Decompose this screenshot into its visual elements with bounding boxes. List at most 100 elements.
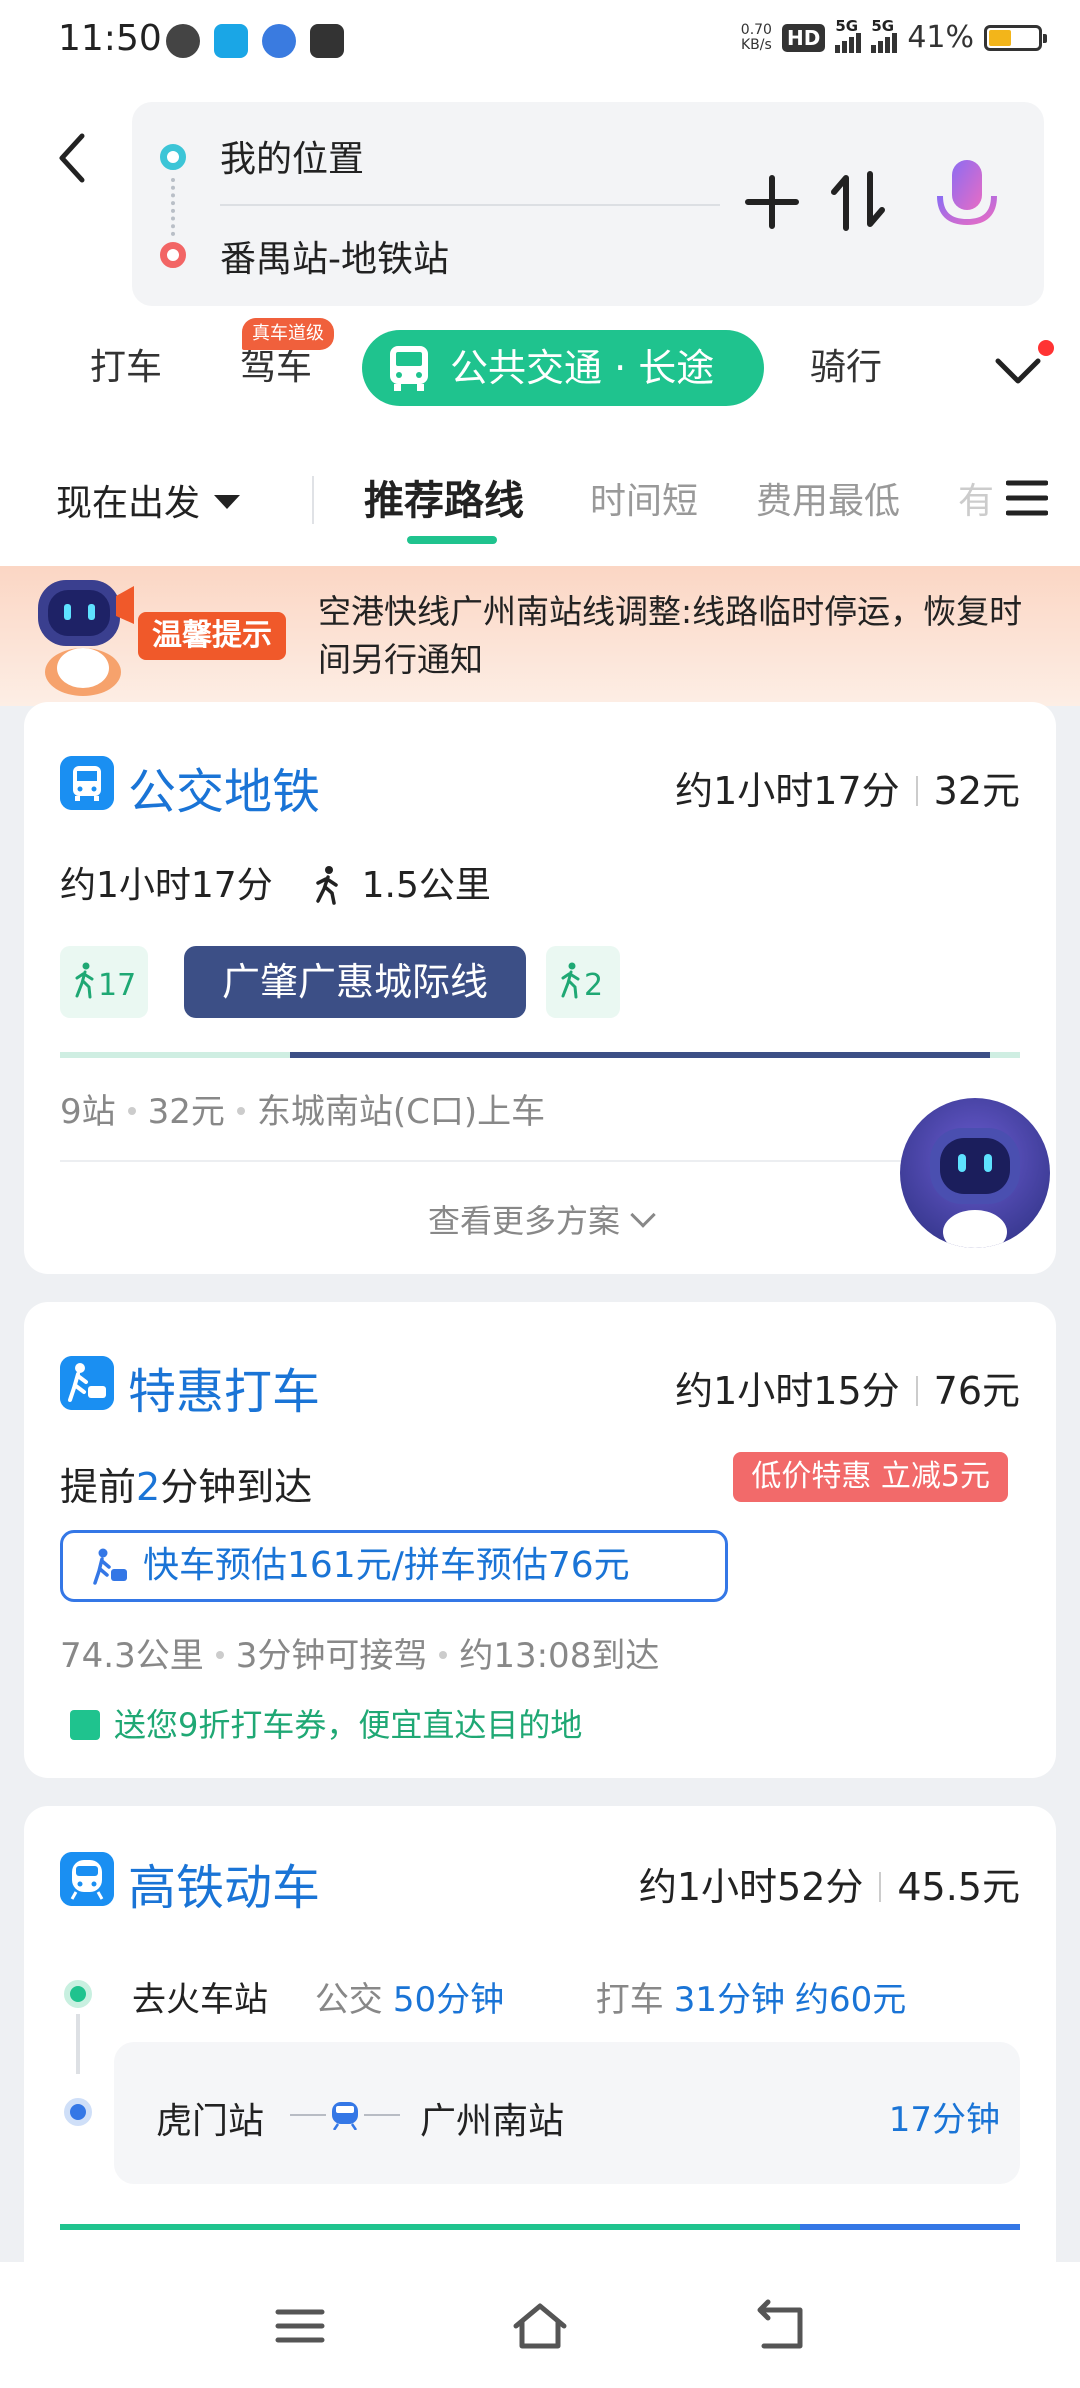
route-connector	[171, 178, 175, 236]
card-title: 高铁动车	[128, 1860, 321, 1916]
departure-time-select[interactable]: 现在出发	[56, 474, 241, 526]
battery-icon	[984, 24, 1047, 51]
back-arrow-icon	[59, 133, 85, 183]
card-title: 特惠打车	[128, 1364, 321, 1420]
taxi-route-card[interactable]: 特惠打车 约1小时15分 76元 提前2分钟到达 低价特惠 立减5元 快车预估16…	[24, 1302, 1056, 1778]
tab-bike[interactable]: 骑行	[810, 326, 882, 410]
transit-detail: 约1小时17分 1.5公里	[60, 865, 491, 906]
sort-tab-recommend[interactable]: 推荐路线	[364, 468, 524, 526]
mic-icon	[937, 160, 997, 240]
card-summary: 约1小时17分 32元	[675, 769, 1020, 813]
chevron-down-icon	[630, 1202, 656, 1228]
notification-dot	[1038, 340, 1054, 356]
tab-transit[interactable]: 公共交通 · 长途	[362, 330, 764, 406]
mail-icon	[310, 24, 344, 58]
card-title: 公交地铁	[128, 764, 321, 820]
chevron-down-icon	[995, 358, 1041, 384]
train-segment[interactable]: 虎门站 广州南站 17分钟	[114, 2042, 1020, 2184]
ride-duration: 17分钟	[888, 2100, 1000, 2140]
caret-down-icon	[214, 495, 241, 509]
card-summary: 约1小时52分 45.5元	[638, 1865, 1020, 1909]
fare-estimate-button[interactable]: 快车预估161元/拼车预估76元	[60, 1530, 728, 1602]
start-dot-icon	[160, 144, 186, 170]
train-icon	[60, 1852, 114, 1906]
taxi-promo[interactable]: 送您9折打车券，便宜直达目的地	[70, 1700, 582, 1746]
rail-route-card[interactable]: 高铁动车 约1小时52分 45.5元 去火车站 公交 50分钟 打车 31分钟 约60元…	[24, 1806, 1056, 2286]
card-summary: 约1小时15分 76元	[675, 1369, 1020, 1413]
travel-mode-tabs: 打车 驾车 真车道级 公共交通 · 长途 骑行	[0, 318, 1080, 416]
card-divider	[60, 1160, 1020, 1162]
sort-tab-overflow[interactable]: 有	[958, 472, 994, 524]
route-connector	[76, 2014, 80, 2074]
more-plans-button[interactable]: 查看更多方案	[24, 1196, 1056, 1242]
taxi-icon	[93, 1548, 127, 1585]
signal-icon: 5G	[871, 17, 898, 53]
destination-field[interactable]: 番禺站-地铁站	[220, 230, 449, 282]
assistant-robot-button[interactable]	[900, 1098, 1050, 1248]
back-button[interactable]	[50, 128, 96, 188]
notice-tag: 温馨提示	[138, 612, 286, 660]
taxi-eta: 提前2分钟到达	[60, 1465, 313, 1509]
hd-badge: HD	[781, 23, 826, 52]
drive-lane-badge: 真车道级	[242, 318, 334, 350]
walk-segment: 17	[60, 946, 148, 1018]
back-nav-button[interactable]	[750, 2296, 810, 2356]
thumbs-up-icon	[70, 1710, 100, 1740]
walk-icon	[75, 962, 94, 999]
walk-segment: 2	[546, 946, 620, 1018]
route-divider	[220, 204, 720, 206]
recent-apps-button[interactable]	[270, 2296, 330, 2356]
tab-taxi[interactable]: 打车	[90, 326, 162, 410]
net-speed: 0.70 KB/s	[740, 21, 772, 53]
transit-meta: 9站 32元 东城南站(C口)上车	[60, 1092, 546, 1132]
to-station-row: 去火车站 公交 50分钟 打车 31分钟 约60元	[132, 1980, 907, 2020]
active-tab-indicator	[407, 536, 497, 544]
tab-transit-label: 公共交通 · 长途	[450, 346, 715, 390]
notice-text: 空港快线广州南站线调整:线路临时停运，恢复时间另行通知	[318, 592, 1023, 679]
start-dot-icon	[64, 1980, 92, 2008]
walk-icon	[561, 962, 580, 999]
add-icon	[745, 175, 799, 229]
system-nav-bar	[0, 2262, 1080, 2388]
route-progress-bar	[60, 1052, 1020, 1058]
signal-icon: 5G	[835, 17, 862, 53]
add-waypoint-button[interactable]	[742, 172, 802, 232]
status-bar: 11:50 0.70 KB/s HD 5G 5G 41%	[0, 0, 1080, 84]
discount-badge: 低价特惠 立减5元	[733, 1452, 1008, 1502]
filter-menu-button[interactable]	[1005, 478, 1049, 518]
sort-tab-cheapest[interactable]: 费用最低	[756, 472, 900, 524]
baidu-icon	[262, 24, 296, 58]
notice-banner[interactable]: 温馨提示 空港快线广州南站线调整:线路临时停运，恢复时间另行通知	[0, 566, 1080, 706]
route-progress-bar	[60, 2224, 1020, 2230]
sort-divider	[312, 476, 314, 524]
sort-tab-shortest[interactable]: 时间短	[590, 472, 698, 524]
sort-bar: 现在出发 推荐路线 时间短 费用最低 有	[0, 434, 1080, 566]
wechat-icon	[166, 24, 200, 58]
walk-icon	[316, 866, 338, 905]
battery-percent: 41%	[907, 20, 974, 55]
home-button[interactable]	[510, 2296, 570, 2356]
menu-icon	[275, 2309, 325, 2343]
swap-icon	[831, 171, 885, 231]
bus-icon	[390, 346, 428, 391]
train-icon	[290, 2102, 400, 2130]
bus-icon	[60, 756, 114, 810]
status-app-icons	[166, 24, 344, 58]
voice-input-button[interactable]	[932, 156, 1002, 246]
swap-button[interactable]	[830, 168, 886, 234]
route-input-box: 我的位置 番禺站-地铁站	[132, 102, 1044, 306]
app-notification-icon	[214, 24, 248, 58]
station-dot-icon	[64, 2098, 92, 2126]
origin-field[interactable]: 我的位置	[220, 130, 364, 182]
status-time: 11:50	[58, 18, 162, 59]
status-indicators: 0.70 KB/s HD 5G 5G 41%	[740, 17, 1047, 55]
end-dot-icon	[160, 242, 186, 268]
back-icon	[757, 2299, 803, 2349]
route-header: 我的位置 番禺站-地铁站 打车 驾车 真车道级 公共交通 · 长途 骑行	[0, 84, 1080, 434]
home-icon	[513, 2303, 567, 2349]
robot-icon	[930, 1128, 1020, 1248]
taxi-icon	[60, 1356, 114, 1410]
more-modes-button[interactable]	[992, 344, 1044, 394]
list-icon	[1005, 480, 1049, 516]
departure-station: 虎门站	[156, 2101, 265, 2142]
